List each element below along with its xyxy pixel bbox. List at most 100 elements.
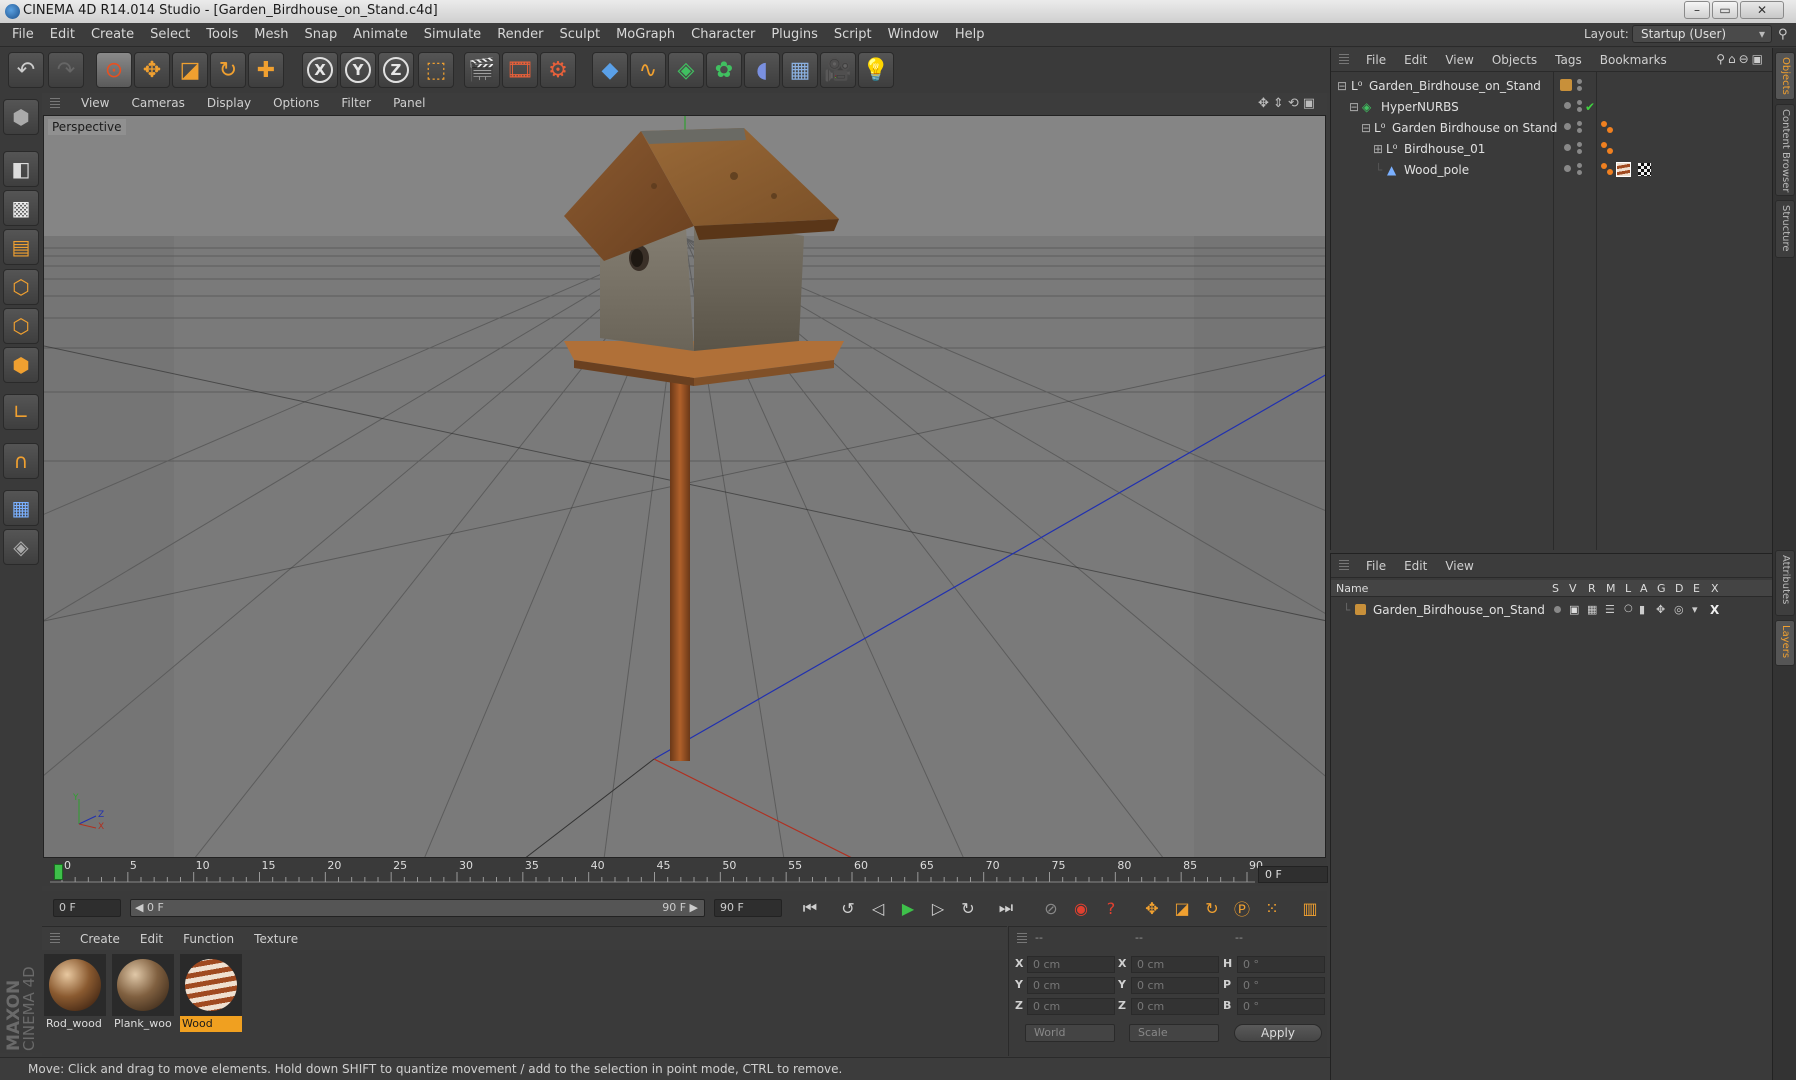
- material-menu-edit[interactable]: Edit: [130, 932, 173, 946]
- record-active-objects-icon[interactable]: ◉: [1067, 894, 1095, 922]
- material-menu-texture[interactable]: Texture: [244, 932, 308, 946]
- scene-floor-icon[interactable]: ▦: [782, 52, 818, 88]
- close-button[interactable]: ✕: [1740, 1, 1784, 19]
- layer-row[interactable]: └ Garden_Birdhouse_on_Stand ▣ ▦ ☰ ○ ▮ ✥ …: [1331, 600, 1773, 621]
- timeline-window-icon[interactable]: ▥: [1296, 894, 1324, 922]
- go-to-start-icon[interactable]: ⏮: [796, 894, 824, 922]
- menu-character[interactable]: Character: [683, 27, 763, 42]
- render-settings-icon[interactable]: ⚙: [540, 52, 576, 88]
- search-icon[interactable]: ⚲: [1778, 27, 1788, 42]
- viewport-menu-view[interactable]: View: [70, 96, 120, 110]
- material-menu-create[interactable]: Create: [70, 932, 130, 946]
- layer-menu-file[interactable]: File: [1357, 559, 1395, 573]
- mograph-cloner-icon[interactable]: ✿: [706, 52, 742, 88]
- object-menu-bookmarks[interactable]: Bookmarks: [1591, 53, 1676, 67]
- edges-mode-icon[interactable]: ⬡: [3, 308, 39, 344]
- menu-render[interactable]: Render: [489, 27, 551, 42]
- menu-tools[interactable]: Tools: [198, 27, 246, 42]
- menu-animate[interactable]: Animate: [345, 27, 415, 42]
- material-plank-wood[interactable]: Plank_woo: [112, 954, 174, 1034]
- undo-icon[interactable]: ↶: [8, 52, 44, 88]
- layer-menu-view[interactable]: View: [1436, 559, 1482, 573]
- object-menu-view[interactable]: View: [1436, 53, 1482, 67]
- size-z-field[interactable]: 0 cm: [1131, 998, 1219, 1015]
- previous-key-icon[interactable]: ↺: [834, 894, 862, 922]
- viewport-menu-options[interactable]: Options: [262, 96, 330, 110]
- make-editable-icon[interactable]: ⬢: [3, 99, 39, 135]
- viewport-menu-filter[interactable]: Filter: [330, 96, 382, 110]
- play-icon[interactable]: ▶: [894, 894, 922, 922]
- render-picture-viewer-icon[interactable]: 🎞: [502, 52, 538, 88]
- menu-help[interactable]: Help: [947, 27, 993, 42]
- material-rod-wood[interactable]: Rod_wood: [44, 954, 106, 1034]
- points-mode-icon[interactable]: ⬡: [3, 269, 39, 305]
- menu-simulate[interactable]: Simulate: [416, 27, 489, 42]
- rot-b-field[interactable]: 0 °: [1237, 998, 1325, 1015]
- coordinate-system-icon[interactable]: ⬚: [418, 52, 454, 88]
- y-axis-lock-button[interactable]: Y: [340, 52, 376, 88]
- maximize-button[interactable]: ▭: [1712, 1, 1738, 19]
- viewport-navigation-icons[interactable]: ✥⇕⟲▣: [1258, 96, 1319, 111]
- timeline-ruler[interactable]: 0 5 10 15 20 25 30 35 40 45 50 55 60 65 70 75 80 85 90: [42, 858, 1327, 886]
- add-tool-icon[interactable]: ✚: [248, 52, 284, 88]
- rot-p-field[interactable]: 0 °: [1237, 977, 1325, 994]
- pos-x-field[interactable]: 0 cm: [1027, 956, 1115, 973]
- menu-create[interactable]: Create: [83, 27, 142, 42]
- coordinate-mode-select[interactable]: World: [1025, 1024, 1115, 1042]
- apply-button[interactable]: Apply: [1234, 1024, 1322, 1042]
- deformer-icon[interactable]: ◖: [744, 52, 780, 88]
- model-mode-icon[interactable]: ◧: [3, 151, 39, 187]
- preview-range-slider[interactable]: ◀ 0 F 90 F ▶: [130, 899, 705, 917]
- spline-icon[interactable]: ∿: [630, 52, 666, 88]
- scale-tool-icon[interactable]: ◪: [172, 52, 208, 88]
- next-frame-icon[interactable]: ▷: [924, 894, 952, 922]
- object-menu-objects[interactable]: Objects: [1483, 53, 1546, 67]
- object-row[interactable]: ⊟ ◈ HyperNURBS ✔: [1331, 97, 1773, 118]
- tab-structure[interactable]: Structure: [1775, 200, 1795, 258]
- menu-mesh[interactable]: Mesh: [246, 27, 296, 42]
- live-selection-icon[interactable]: ⊙: [96, 52, 132, 88]
- tab-attributes[interactable]: Attributes: [1775, 550, 1795, 616]
- panel-grip-icon[interactable]: [1339, 54, 1349, 66]
- menu-plugins[interactable]: Plugins: [763, 27, 826, 42]
- menu-script[interactable]: Script: [826, 27, 880, 42]
- panel-grip-icon[interactable]: [1339, 560, 1349, 572]
- cube-primitive-icon[interactable]: ◆: [592, 52, 628, 88]
- viewport-menu-display[interactable]: Display: [196, 96, 262, 110]
- key-position-icon[interactable]: ✥: [1138, 894, 1166, 922]
- menu-snap[interactable]: Snap: [297, 27, 346, 42]
- size-mode-select[interactable]: Scale: [1129, 1024, 1219, 1042]
- go-to-end-icon[interactable]: ⏭: [992, 894, 1020, 922]
- material-wood[interactable]: Wood: [180, 954, 242, 1034]
- nurbs-icon[interactable]: ◈: [668, 52, 704, 88]
- z-axis-lock-button[interactable]: Z: [378, 52, 414, 88]
- tab-objects[interactable]: Objects: [1775, 52, 1795, 100]
- object-manager-tool-icons[interactable]: ⚲⌂⊖▣: [1716, 52, 1766, 66]
- rotate-tool-icon[interactable]: ↻: [210, 52, 246, 88]
- autokeying-icon[interactable]: ?: [1097, 894, 1125, 922]
- next-key-icon[interactable]: ↻: [954, 894, 982, 922]
- object-row[interactable]: ⊟ L⁰ Garden_Birdhouse_on_Stand: [1331, 76, 1773, 97]
- texture-mode-icon[interactable]: ▩: [3, 190, 39, 226]
- panel-grip-icon[interactable]: [50, 98, 60, 110]
- viewport-menu-cameras[interactable]: Cameras: [120, 96, 195, 110]
- panel-grip-icon[interactable]: [50, 933, 60, 945]
- object-row[interactable]: ⊞ L⁰ Birdhouse_01: [1331, 139, 1773, 160]
- timeline-playhead[interactable]: [54, 864, 63, 880]
- rot-h-field[interactable]: 0 °: [1237, 956, 1325, 973]
- menu-window[interactable]: Window: [880, 27, 947, 42]
- pos-z-field[interactable]: 0 cm: [1027, 998, 1115, 1015]
- menu-select[interactable]: Select: [142, 27, 198, 42]
- menu-edit[interactable]: Edit: [42, 27, 83, 42]
- menu-file[interactable]: File: [4, 27, 42, 42]
- start-frame-field[interactable]: 0 F: [53, 899, 121, 917]
- key-pla-icon[interactable]: ⁙: [1258, 894, 1286, 922]
- x-axis-lock-button[interactable]: X: [302, 52, 338, 88]
- camera-icon[interactable]: 🎥: [820, 52, 856, 88]
- object-row[interactable]: ⊟ L⁰ Garden Birdhouse on Stand: [1331, 118, 1773, 139]
- minimize-button[interactable]: –: [1684, 1, 1710, 19]
- 3d-viewport[interactable]: Perspective Y Z X: [43, 115, 1326, 858]
- record-keys-disabled-icon[interactable]: ⊘: [1037, 894, 1065, 922]
- menu-sculpt[interactable]: Sculpt: [551, 27, 608, 42]
- size-x-field[interactable]: 0 cm: [1131, 956, 1219, 973]
